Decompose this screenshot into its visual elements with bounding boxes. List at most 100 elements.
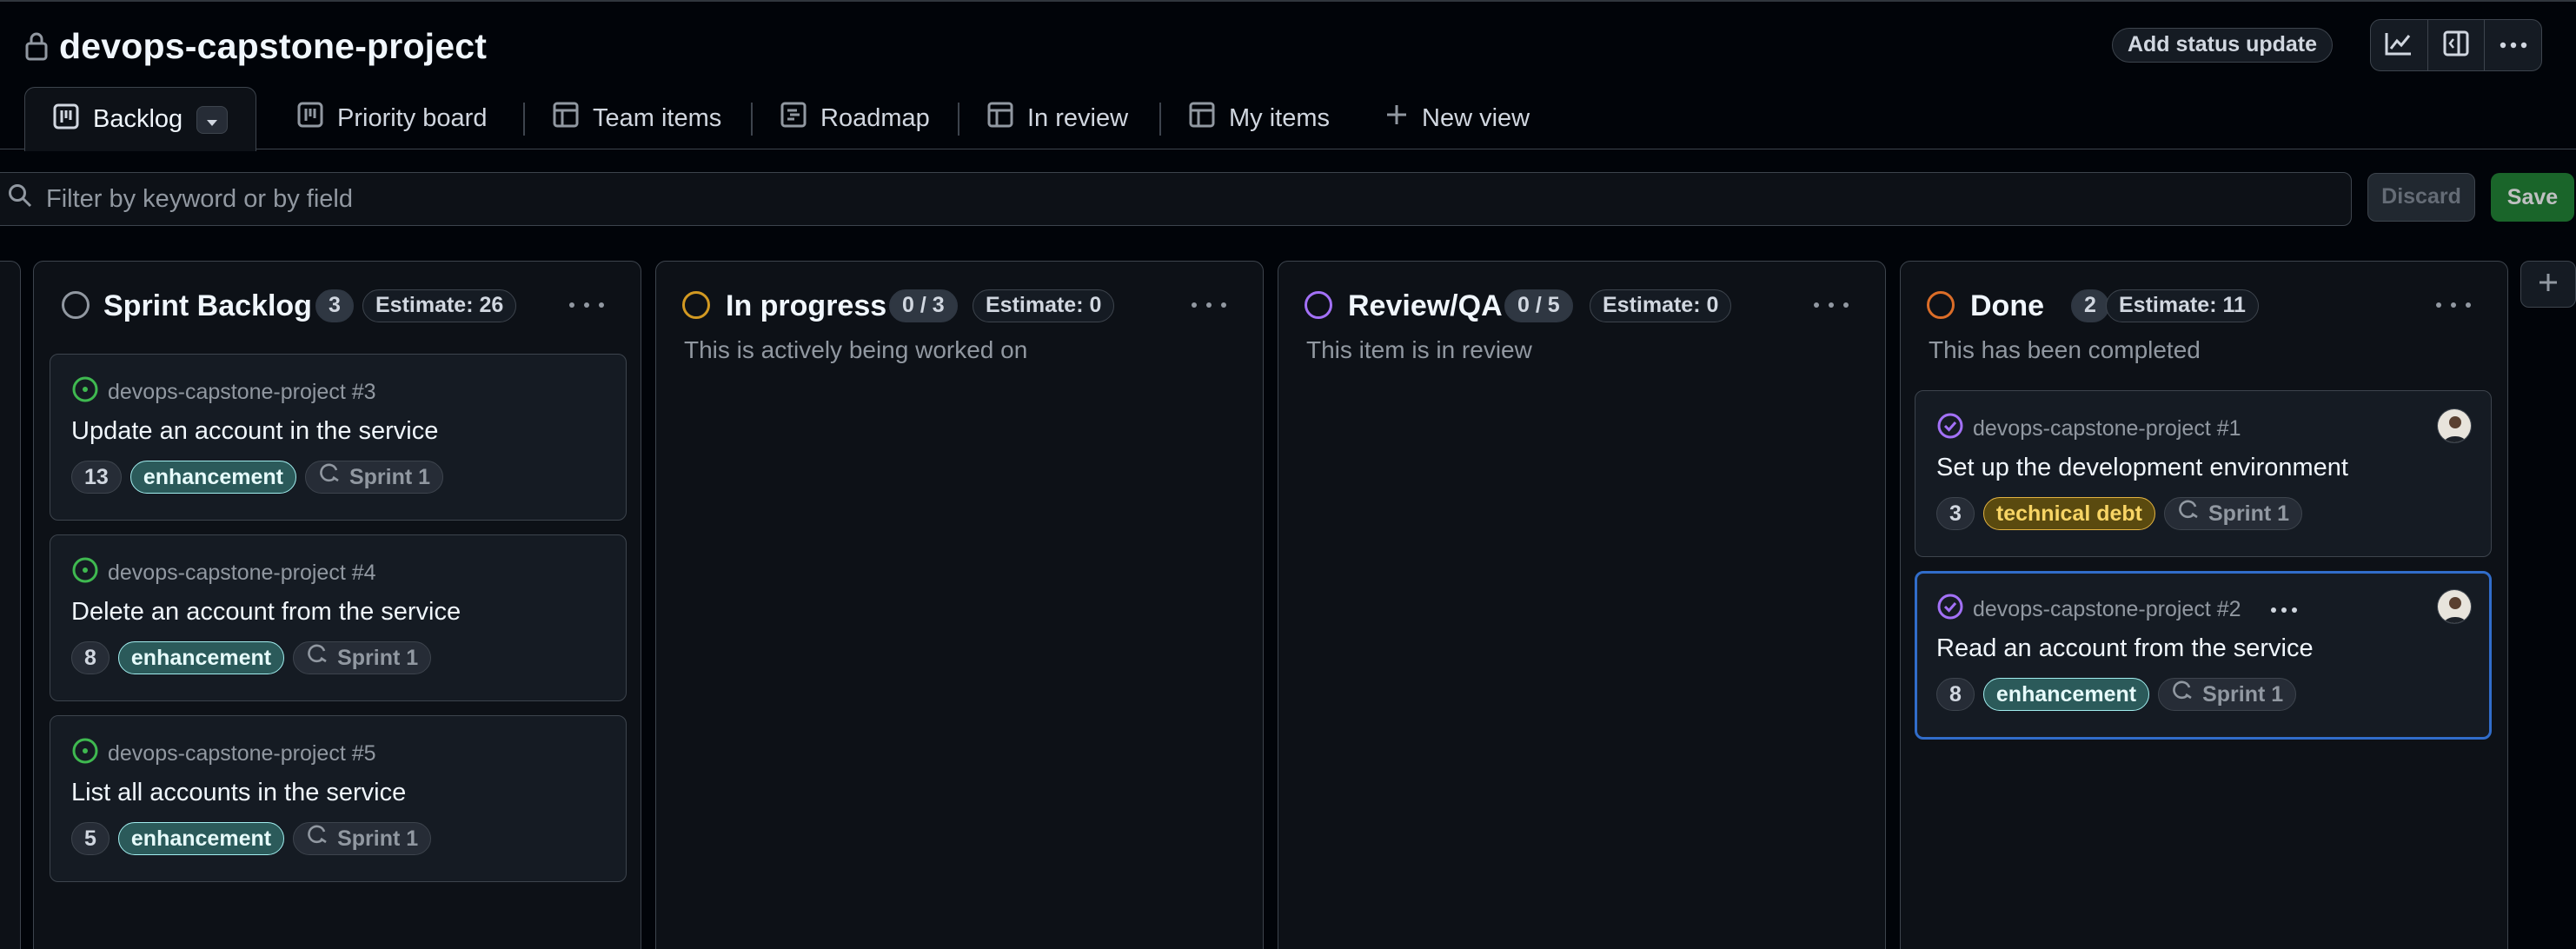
estimate-badge: 13 — [71, 461, 122, 494]
status-circle-icon — [1305, 291, 1332, 319]
card-title[interactable]: Set up the development environment — [1936, 454, 2348, 482]
tab-label: New view — [1422, 103, 1530, 132]
search-icon — [8, 183, 32, 215]
column-header: In progress 0 / 3 Estimate: 0 — [656, 262, 1263, 348]
board-column-sprint-backlog: Sprint Backlog 3 Estimate: 26 devops-cap… — [33, 261, 641, 949]
iterations-icon — [306, 642, 329, 674]
plus-icon — [2538, 272, 2559, 297]
card-reference-text[interactable]: devops-capstone-project #3 — [108, 380, 376, 405]
tab-backlog[interactable]: Backlog — [24, 87, 257, 151]
column-more-options-button[interactable] — [1192, 295, 1226, 315]
column-header: Review/QA 0 / 5 Estimate: 0 — [1278, 262, 1885, 348]
card-title[interactable]: List all accounts in the service — [71, 779, 406, 807]
column-item-count: 0 / 5 — [1504, 289, 1573, 322]
assignee-avatar[interactable] — [2437, 589, 2472, 624]
iteration-label: Sprint 1 — [349, 464, 431, 489]
card-reference: devops-capstone-project #2 — [1936, 593, 2297, 627]
column-title: Review/QA — [1348, 289, 1503, 322]
card-reference: devops-capstone-project #4 — [71, 556, 376, 590]
card-reference-text[interactable]: devops-capstone-project #2 — [1973, 597, 2241, 622]
label-badge[interactable]: enhancement — [117, 822, 285, 855]
card-reference: devops-capstone-project #3 — [71, 375, 376, 409]
tab-divider — [1159, 103, 1161, 136]
issue-opened-icon — [71, 737, 99, 771]
filter-placeholder: Filter by keyword or by field — [46, 184, 353, 213]
card-title[interactable]: Delete an account from the service — [71, 598, 461, 627]
discard-button[interactable]: Discard — [2367, 173, 2475, 222]
board-card[interactable]: devops-capstone-project #4 Delete an acc… — [50, 534, 627, 701]
tab-divider — [523, 103, 525, 136]
toggle-side-panel-button[interactable] — [2428, 20, 2486, 70]
column-header: Sprint Backlog 3 Estimate: 26 — [34, 262, 641, 348]
card-fields: 3 technical debt Sprint 1 — [1936, 497, 2303, 530]
board-card[interactable]: devops-capstone-project #5 List all acco… — [50, 715, 627, 882]
issue-closed-icon — [1936, 412, 1964, 446]
card-fields: 8 enhancement Sprint 1 — [1936, 678, 2297, 711]
save-button[interactable]: Save — [2491, 173, 2574, 222]
board-column-review-qa: Review/QA 0 / 5 Estimate: 0 This item is… — [1278, 261, 1886, 949]
project-board-icon — [297, 102, 323, 135]
project-board-icon — [53, 103, 79, 136]
kebab-horizontal-icon — [2500, 37, 2527, 53]
tab-team-items[interactable]: Team items — [553, 87, 721, 149]
tab-priority-board[interactable]: Priority board — [297, 87, 487, 149]
column-title: Done — [1970, 289, 2044, 322]
column-estimate: Estimate: 0 — [973, 289, 1115, 322]
tab-label: In review — [1027, 103, 1129, 132]
board-card[interactable]: devops-capstone-project #3 Update an acc… — [50, 354, 627, 521]
column-item-count: 3 — [315, 289, 354, 322]
label-badge[interactable]: technical debt — [1982, 497, 2155, 530]
board-column-in-progress: In progress 0 / 3 Estimate: 0 This is ac… — [655, 261, 1264, 949]
estimate-badge: 3 — [1936, 497, 1975, 530]
card-reference: devops-capstone-project #1 — [1936, 412, 2241, 446]
filter-input[interactable]: Filter by keyword or by field — [0, 172, 2352, 226]
column-more-options-button[interactable] — [2436, 295, 2471, 315]
iteration-badge: Sprint 1 — [2158, 678, 2297, 711]
sidebar-expand-icon — [2443, 30, 2469, 61]
iteration-label: Sprint 1 — [337, 826, 419, 851]
board-column-offscreen — [0, 261, 21, 949]
add-column-button[interactable] — [2520, 261, 2576, 308]
label-badge[interactable]: enhancement — [129, 461, 296, 494]
column-more-options-button[interactable] — [1814, 295, 1849, 315]
tab-divider — [958, 103, 959, 136]
issue-closed-icon — [1936, 593, 1964, 627]
card-reference-text[interactable]: devops-capstone-project #5 — [108, 741, 376, 766]
board-column-done: Done 2 Estimate: 11 This has been comple… — [1900, 261, 2508, 949]
tab-in-review[interactable]: In review — [987, 87, 1128, 149]
new-view-button[interactable]: New view — [1385, 87, 1530, 149]
column-description: This is actively being worked on — [684, 336, 1028, 363]
label-badge[interactable]: enhancement — [117, 641, 285, 674]
table-icon — [987, 102, 1013, 135]
assignee-avatar[interactable] — [2437, 408, 2472, 443]
board-card-selected[interactable]: devops-capstone-project #2 Read an accou… — [1915, 571, 2492, 740]
estimate-badge: 5 — [71, 822, 110, 855]
column-item-count: 2 — [2071, 289, 2109, 322]
card-title[interactable]: Read an account from the service — [1936, 634, 2314, 663]
tab-roadmap[interactable]: Roadmap — [780, 87, 930, 149]
card-fields: 8 enhancement Sprint 1 — [71, 641, 432, 674]
view-options-dropdown[interactable] — [196, 105, 229, 134]
label-badge[interactable]: enhancement — [1982, 678, 2150, 711]
iteration-badge: Sprint 1 — [2164, 497, 2303, 530]
tab-divider — [751, 103, 753, 136]
card-title[interactable]: Update an account in the service — [71, 417, 438, 446]
iterations-icon — [306, 823, 329, 854]
project-more-options-button[interactable] — [2485, 20, 2541, 70]
card-reference-text[interactable]: devops-capstone-project #1 — [1973, 416, 2241, 441]
status-circle-icon — [1927, 291, 1955, 319]
roadmap-icon — [780, 102, 807, 135]
card-fields: 13 enhancement Sprint 1 — [71, 461, 444, 494]
add-status-update-button[interactable]: Add status update — [2112, 28, 2333, 63]
card-more-options-button[interactable] — [2270, 607, 2297, 613]
insights-button[interactable] — [2371, 20, 2428, 70]
iteration-badge: Sprint 1 — [304, 461, 444, 494]
column-more-options-button[interactable] — [569, 295, 604, 315]
column-estimate: Estimate: 11 — [2106, 289, 2259, 322]
project-title[interactable]: devops-capstone-project — [59, 26, 487, 67]
tab-my-items[interactable]: My items — [1189, 87, 1330, 149]
estimate-badge: 8 — [71, 641, 110, 674]
card-reference: devops-capstone-project #5 — [71, 737, 376, 771]
board-card[interactable]: devops-capstone-project #1 Set up the de… — [1915, 390, 2492, 557]
card-reference-text[interactable]: devops-capstone-project #4 — [108, 561, 376, 586]
